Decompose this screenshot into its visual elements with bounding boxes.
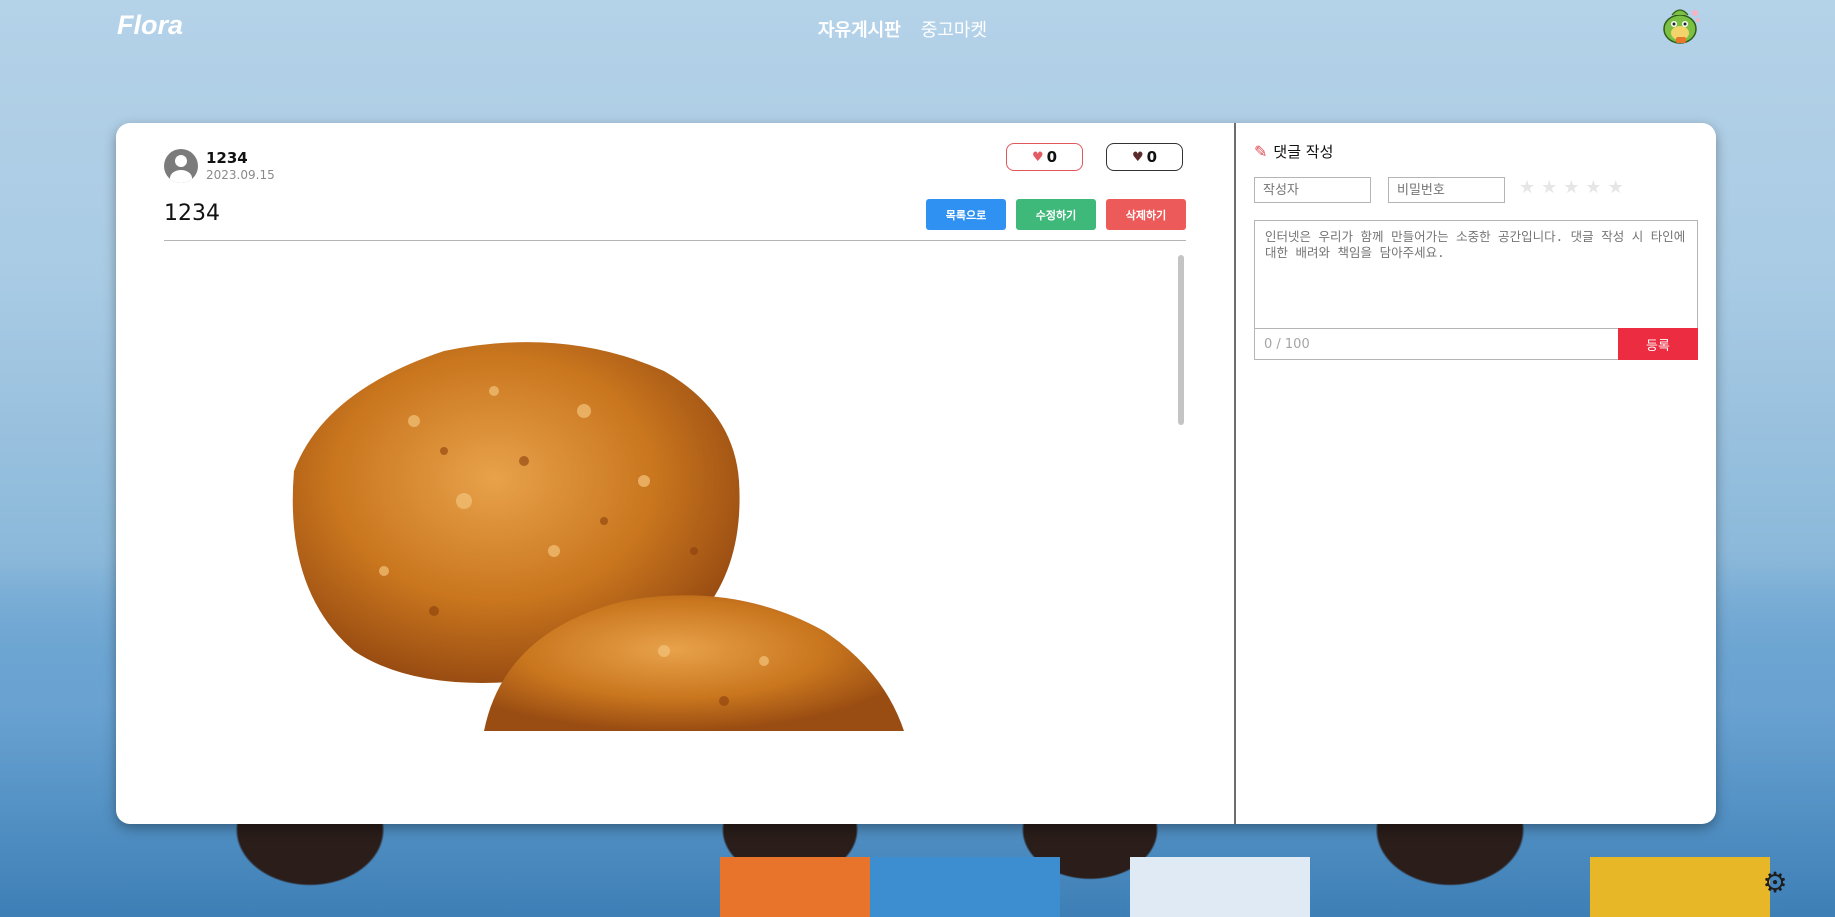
mascot-avatar-icon[interactable] <box>1658 3 1704 47</box>
profile-icon <box>164 149 198 183</box>
post-title: 1234 <box>164 201 220 226</box>
title-divider <box>164 240 1186 241</box>
comment-heading-text: 댓글 작성 <box>1273 143 1334 161</box>
edit-icon: ✎ <box>1254 142 1268 161</box>
star-icon[interactable]: ★ <box>1608 177 1624 198</box>
dislike-count: 0 <box>1146 148 1158 166</box>
edit-button[interactable]: 수정하기 <box>1016 199 1096 230</box>
heart-icon: ♥ <box>1031 149 1044 165</box>
submit-comment-button[interactable]: 등록 <box>1618 328 1698 360</box>
star-icon[interactable]: ★ <box>1519 177 1535 198</box>
rating-stars[interactable]: ★ ★ ★ ★ ★ <box>1519 177 1624 198</box>
star-icon[interactable]: ★ <box>1563 177 1579 198</box>
list-button[interactable]: 목록으로 <box>926 199 1006 230</box>
fried-chicken-image <box>292 342 904 731</box>
gear-icon[interactable]: ⚙ <box>1760 868 1790 898</box>
post-actions: 목록으로 수정하기 삭제하기 <box>926 199 1186 230</box>
comment-heading: ✎ 댓글 작성 <box>1254 141 1333 162</box>
password-input[interactable] <box>1388 177 1505 203</box>
content-scrollbar[interactable] <box>1178 255 1184 425</box>
post-card: 1234 2023.09.15 ♥ 0 ♥ 0 1234 목록으로 수정하기 삭… <box>116 123 1716 824</box>
nav-free-board[interactable]: 자유게시판 <box>818 16 901 42</box>
top-nav: 자유게시판 중고마켓 <box>818 16 987 42</box>
author-name: 1234 <box>206 149 248 167</box>
delete-button[interactable]: 삭제하기 <box>1106 199 1186 230</box>
dislike-button[interactable]: ♥ 0 <box>1106 143 1183 171</box>
star-icon[interactable]: ★ <box>1585 177 1601 198</box>
like-count: 0 <box>1046 148 1058 166</box>
post-date: 2023.09.15 <box>206 168 275 182</box>
pane-divider <box>1234 123 1236 824</box>
broken-heart-icon: ♥ <box>1131 149 1144 165</box>
post-content[interactable] <box>164 251 1186 811</box>
site-logo[interactable]: Flora <box>117 10 183 41</box>
like-button[interactable]: ♥ 0 <box>1006 143 1083 171</box>
nav-used-market[interactable]: 중고마켓 <box>921 16 987 42</box>
char-counter: 0 / 100 <box>1254 328 1618 360</box>
star-icon[interactable]: ★ <box>1541 177 1557 198</box>
post-author: 1234 2023.09.15 <box>164 149 275 183</box>
comment-textarea[interactable] <box>1254 220 1698 330</box>
writer-input[interactable] <box>1254 177 1371 203</box>
